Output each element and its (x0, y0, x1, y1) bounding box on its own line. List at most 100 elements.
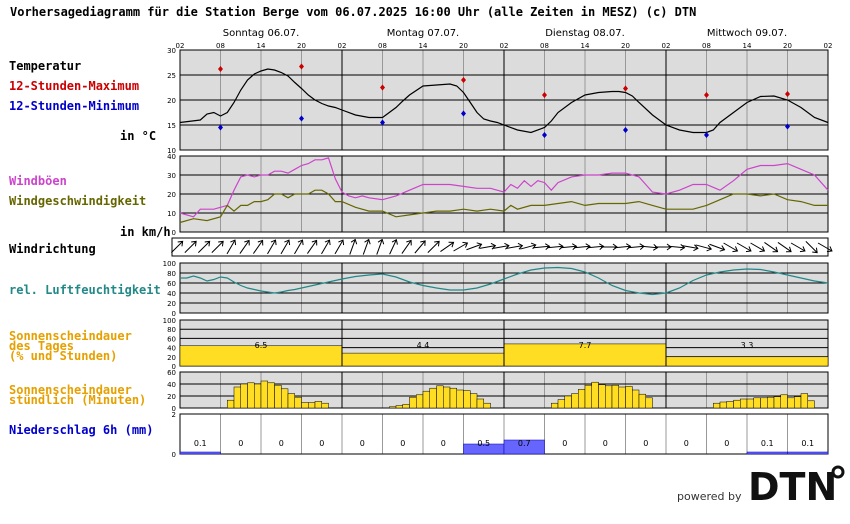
precipitation-data-label: 0.7 (518, 439, 531, 448)
powered-by-text: powered by (677, 490, 742, 503)
precipitation-bar (787, 451, 829, 455)
wind-tick-label: 0 (172, 229, 176, 237)
sunshine-hour-bar (470, 393, 478, 409)
hour-tick-label: 02 (500, 42, 509, 50)
hour-tick-label: 02 (176, 42, 185, 50)
day-label: Dienstag 08.07. (545, 28, 625, 39)
sunshine-hour-bar (557, 399, 565, 409)
sunshine-hour-bar (254, 383, 262, 409)
hour-tick-label: 08 (540, 42, 549, 50)
sunshine-hour-bar (389, 406, 397, 409)
sunshine-hour-bar (429, 387, 437, 409)
precipitation-data-label: 0 (238, 439, 243, 448)
sunshine-day-data-label: 4.4 (417, 341, 430, 350)
sunshine-hour-bar (483, 402, 491, 409)
sunshine-hour-bar (476, 398, 484, 409)
sunshine-hour-bar (314, 401, 322, 409)
precipitation-data-label: 0 (643, 439, 648, 448)
sunshine-hour-bar (247, 382, 255, 409)
humidity-tick-label: 20 (167, 300, 176, 308)
sunshine-hour-bar (443, 386, 451, 409)
forecast-chart: Sonntag 06.07. Montag 07.07. Dienstag 08.0… (163, 28, 833, 459)
day-label: Sonntag 06.07. (223, 28, 300, 39)
sunshine-day-tick-label: 80 (167, 326, 176, 334)
sunshine-hour-bar (794, 396, 802, 409)
dtn-logo-text: DTN (748, 465, 837, 504)
sunshine-hour-tick-label: 60 (167, 369, 176, 377)
sunshine-hour-bar (449, 387, 457, 409)
precipitation-data-label: 0 (684, 439, 689, 448)
sunshine-hour-bar (740, 398, 748, 409)
sunshine-hour-bar (760, 397, 768, 409)
sunshine-hour-bar (800, 393, 808, 409)
hour-tick-label: 20 (459, 42, 468, 50)
hour-tick-label: 02 (662, 42, 671, 50)
sunshine-hour-bar (301, 402, 309, 409)
hour-tick-label: 20 (621, 42, 630, 50)
hour-tick-label: 14 (419, 42, 428, 50)
hour-tick-label: 08 (378, 42, 387, 50)
dtn-logo: DTN (748, 465, 845, 504)
precipitation-data-label: 0 (724, 439, 729, 448)
forecast-page: Vorhersagediagramm für die Station Berge… (0, 0, 850, 524)
precipitation-data-label: 0 (279, 439, 284, 448)
sunshine-hour-bar (240, 383, 248, 409)
sunshine-day-tick-label: 20 (167, 354, 176, 362)
sunshine-hour-bar (584, 384, 592, 409)
wind-tick-label: 40 (167, 153, 176, 161)
sunshine-hour-bar (726, 401, 734, 409)
precipitation-tick-label: 0 (172, 451, 176, 459)
sunshine-day-bar (665, 356, 829, 367)
temp-tick-label: 25 (167, 72, 176, 80)
day-label: Mittwoch 09.07. (707, 28, 787, 39)
sunshine-hour-bar (767, 396, 775, 409)
wind-tick-label: 30 (167, 172, 176, 180)
sunshine-hour-bar (746, 398, 754, 409)
sunshine-hour-bar (645, 397, 653, 409)
sunshine-day-data-label: 6.5 (255, 341, 268, 350)
hour-tick-label: 02 (338, 42, 347, 50)
precipitation-data-label: 0 (360, 439, 365, 448)
temp-tick-label: 15 (167, 122, 176, 130)
sunshine-hour-bar (402, 404, 410, 409)
humidity-tick-label: 40 (167, 290, 176, 298)
sunshine-hour-bar (807, 400, 815, 409)
sunshine-hour-bar (274, 384, 282, 409)
sunshine-hour-bar (287, 393, 295, 409)
sunshine-hour-bar (787, 397, 795, 409)
hour-tick-label: 14 (743, 42, 752, 50)
sunshine-day-data-label: 3.3 (741, 341, 754, 350)
sunshine-hour-bar (598, 384, 606, 409)
sunshine-hour-bar (436, 385, 444, 409)
sunshine-day-bar (341, 352, 505, 367)
temp-tick-label: 30 (167, 47, 176, 55)
sunshine-hour-bar (713, 402, 721, 409)
precipitation-bar (179, 451, 221, 455)
wind-tick-label: 10 (167, 210, 176, 218)
sunshine-hour-tick-label: 40 (167, 381, 176, 389)
sunshine-hour-bar (591, 381, 599, 409)
sunshine-hour-bar (456, 389, 464, 409)
precipitation-bar (746, 451, 788, 455)
sunshine-hour-bar (638, 393, 646, 409)
hour-tick-label: 02 (824, 42, 833, 50)
sunshine-hour-bar (564, 395, 572, 409)
wind-tick-label: 20 (167, 191, 176, 199)
sunshine-hour-bar (260, 380, 268, 409)
sunshine-hour-bar (632, 389, 640, 409)
sunshine-hour-bar (625, 386, 633, 409)
sunshine-hour-bar (422, 390, 430, 409)
precipitation-data-label: 0 (603, 439, 608, 448)
precipitation-data-label: 0 (441, 439, 446, 448)
sunshine-hour-bar (227, 399, 235, 409)
sunshine-hour-bar (773, 396, 781, 409)
hour-tick-label: 14 (257, 42, 266, 50)
precipitation-data-label: 0 (319, 439, 324, 448)
precipitation-data-label: 0 (562, 439, 567, 448)
sunshine-day-data-label: 7.7 (579, 341, 592, 350)
hour-tick-label: 08 (702, 42, 711, 50)
sunshine-hour-bar (753, 397, 761, 409)
sunshine-day-tick-label: 40 (167, 345, 176, 353)
sunshine-hour-bar (281, 388, 289, 409)
hour-tick-label: 20 (297, 42, 306, 50)
